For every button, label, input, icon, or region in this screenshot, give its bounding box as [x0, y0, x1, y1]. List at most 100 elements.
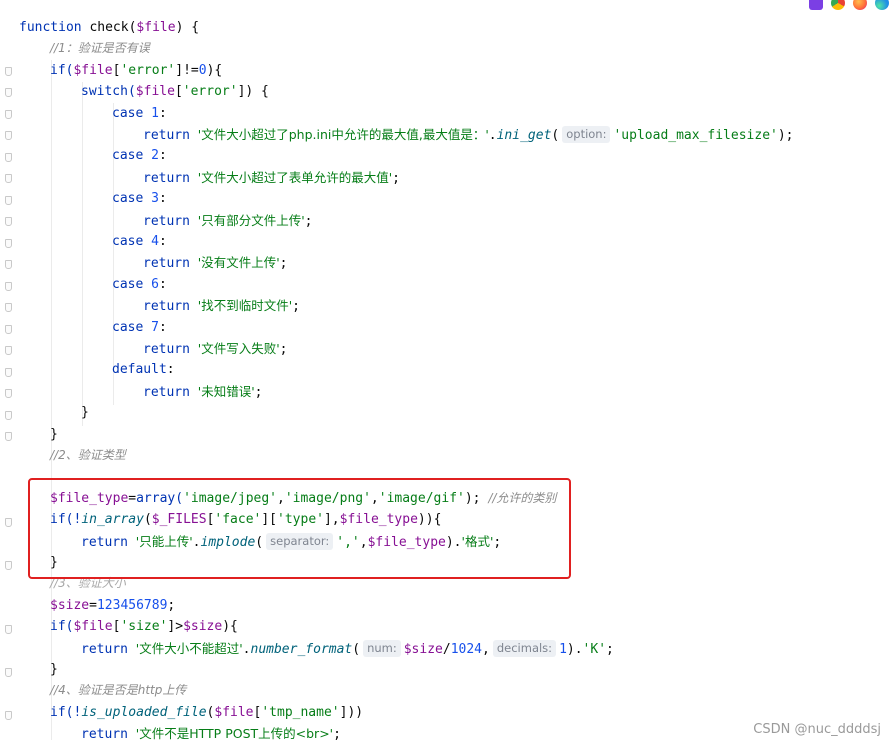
keyword: case: [112, 319, 152, 335]
fold-marker-icon[interactable]: [5, 561, 12, 570]
code-text: (: [551, 128, 560, 143]
number: 6: [151, 276, 159, 292]
code-text: ;: [279, 342, 288, 357]
code-line: case 4:: [112, 231, 167, 252]
keyword: return: [143, 342, 198, 357]
fold-marker-icon[interactable]: [5, 411, 12, 420]
keyword: return: [143, 213, 198, 229]
code-text: :: [158, 191, 167, 207]
fold-marker-icon[interactable]: [5, 625, 12, 634]
code-text: ;: [333, 727, 341, 743]
keyword: return: [143, 170, 198, 186]
string: 'upload_max_filesize': [613, 128, 778, 143]
number: 1024: [450, 641, 483, 657]
keyword: case: [112, 234, 152, 249]
function-call: number_format: [250, 641, 353, 657]
keyword: if(: [50, 619, 74, 635]
code-text: ;: [279, 256, 288, 272]
code-text: ]!=: [175, 62, 199, 78]
code-text: ;: [292, 299, 300, 315]
keyword: if(!: [50, 704, 82, 720]
fold-marker-icon[interactable]: [5, 325, 12, 334]
fold-marker-icon[interactable]: [5, 260, 12, 269]
keyword: case: [112, 191, 152, 207]
fold-marker-icon[interactable]: [5, 67, 12, 76]
chrome-icon[interactable]: [831, 0, 845, 10]
code-text: ]) {: [237, 84, 269, 100]
code-line: case 3:: [112, 188, 167, 209]
string: '未知错误': [197, 383, 255, 399]
fold-marker-icon[interactable]: [5, 303, 12, 312]
code-text: (: [352, 641, 361, 657]
code-line: //2、验证类型: [50, 445, 126, 466]
string: '文件写入失败': [197, 341, 280, 356]
code-line: }: [50, 424, 58, 445]
phpstorm-icon[interactable]: [809, 0, 823, 10]
edge-icon[interactable]: [875, 0, 889, 10]
string: 'error': [182, 84, 238, 100]
fold-marker-icon[interactable]: [5, 389, 12, 398]
code-text: ])): [339, 704, 364, 720]
code-line: return '文件写入失败';: [143, 338, 288, 359]
code-text: :: [158, 148, 167, 164]
fold-marker-icon[interactable]: [5, 346, 12, 355]
keyword: case: [112, 276, 152, 292]
watermark: CSDN @nuc_ddddsj: [753, 722, 881, 737]
fold-marker-icon[interactable]: [5, 217, 12, 226]
variable: $size: [403, 641, 443, 657]
fold-marker-icon[interactable]: [5, 110, 12, 119]
keyword: switch(: [81, 84, 136, 100]
fold-marker-icon[interactable]: [5, 88, 12, 97]
code-text: ) {: [175, 20, 200, 35]
code-line: $size=123456789;: [50, 595, 175, 616]
number: 1: [559, 641, 567, 657]
keyword: return: [143, 384, 198, 400]
variable: $file: [136, 20, 176, 35]
fold-marker-icon[interactable]: [5, 518, 12, 527]
code-line: }: [81, 402, 89, 423]
code-line: if(!is_uploaded_file($file['tmp_name'])): [50, 702, 363, 723]
comment: //2、验证类型: [50, 448, 126, 462]
code-line: //1：验证是否有误: [50, 38, 150, 59]
fold-marker-icon[interactable]: [5, 174, 12, 183]
fold-marker-icon[interactable]: [5, 196, 12, 205]
fold-marker-icon[interactable]: [5, 131, 12, 140]
fold-marker-icon[interactable]: [5, 239, 12, 248]
code-line: function check($file) {: [19, 17, 199, 38]
comment: //4、验证是否是http上传: [50, 683, 187, 698]
number: 123456789: [96, 597, 168, 613]
keyword: return: [143, 128, 198, 143]
fold-marker-icon[interactable]: [5, 711, 12, 720]
parameter-hint: option:: [562, 126, 611, 143]
code-text: check(: [81, 20, 137, 35]
variable: $size: [183, 619, 223, 635]
code-line: return '没有文件上传';: [143, 252, 288, 273]
function-call: ini_get: [496, 128, 552, 143]
indent-guide: [82, 82, 83, 426]
code-text: ,: [482, 641, 490, 657]
string: '文件不是HTTP POST上传的<br>': [135, 726, 334, 742]
firefox-icon[interactable]: [853, 0, 867, 10]
code-line: return '文件大小不能超过'.number_format(num: $siz…: [81, 638, 614, 659]
fold-marker-icon[interactable]: [5, 668, 12, 677]
code-text: }: [50, 662, 58, 677]
fold-marker-icon[interactable]: [5, 432, 12, 441]
code-line: case 7:: [112, 317, 167, 338]
string: 'size': [120, 619, 168, 635]
string: '找不到临时文件': [197, 298, 293, 314]
fold-marker-icon[interactable]: [5, 153, 12, 162]
code-line: return '找不到临时文件';: [143, 295, 300, 316]
code-text: :: [166, 362, 175, 378]
fold-marker-icon[interactable]: [5, 282, 12, 291]
string: '只有部分文件上传': [197, 212, 305, 228]
fold-marker-icon[interactable]: [5, 368, 12, 377]
keyword: return: [143, 299, 198, 315]
code-text: ;: [254, 384, 263, 400]
variable: $file: [73, 62, 113, 78]
string: '文件大小不能超过': [135, 640, 243, 656]
code-text: :: [158, 234, 167, 249]
code-text: /: [442, 641, 451, 657]
number: 0: [198, 62, 207, 78]
code-text: ;: [167, 597, 176, 613]
string: '文件大小超过了php.ini中允许的最大值,最大值是：': [197, 127, 489, 142]
